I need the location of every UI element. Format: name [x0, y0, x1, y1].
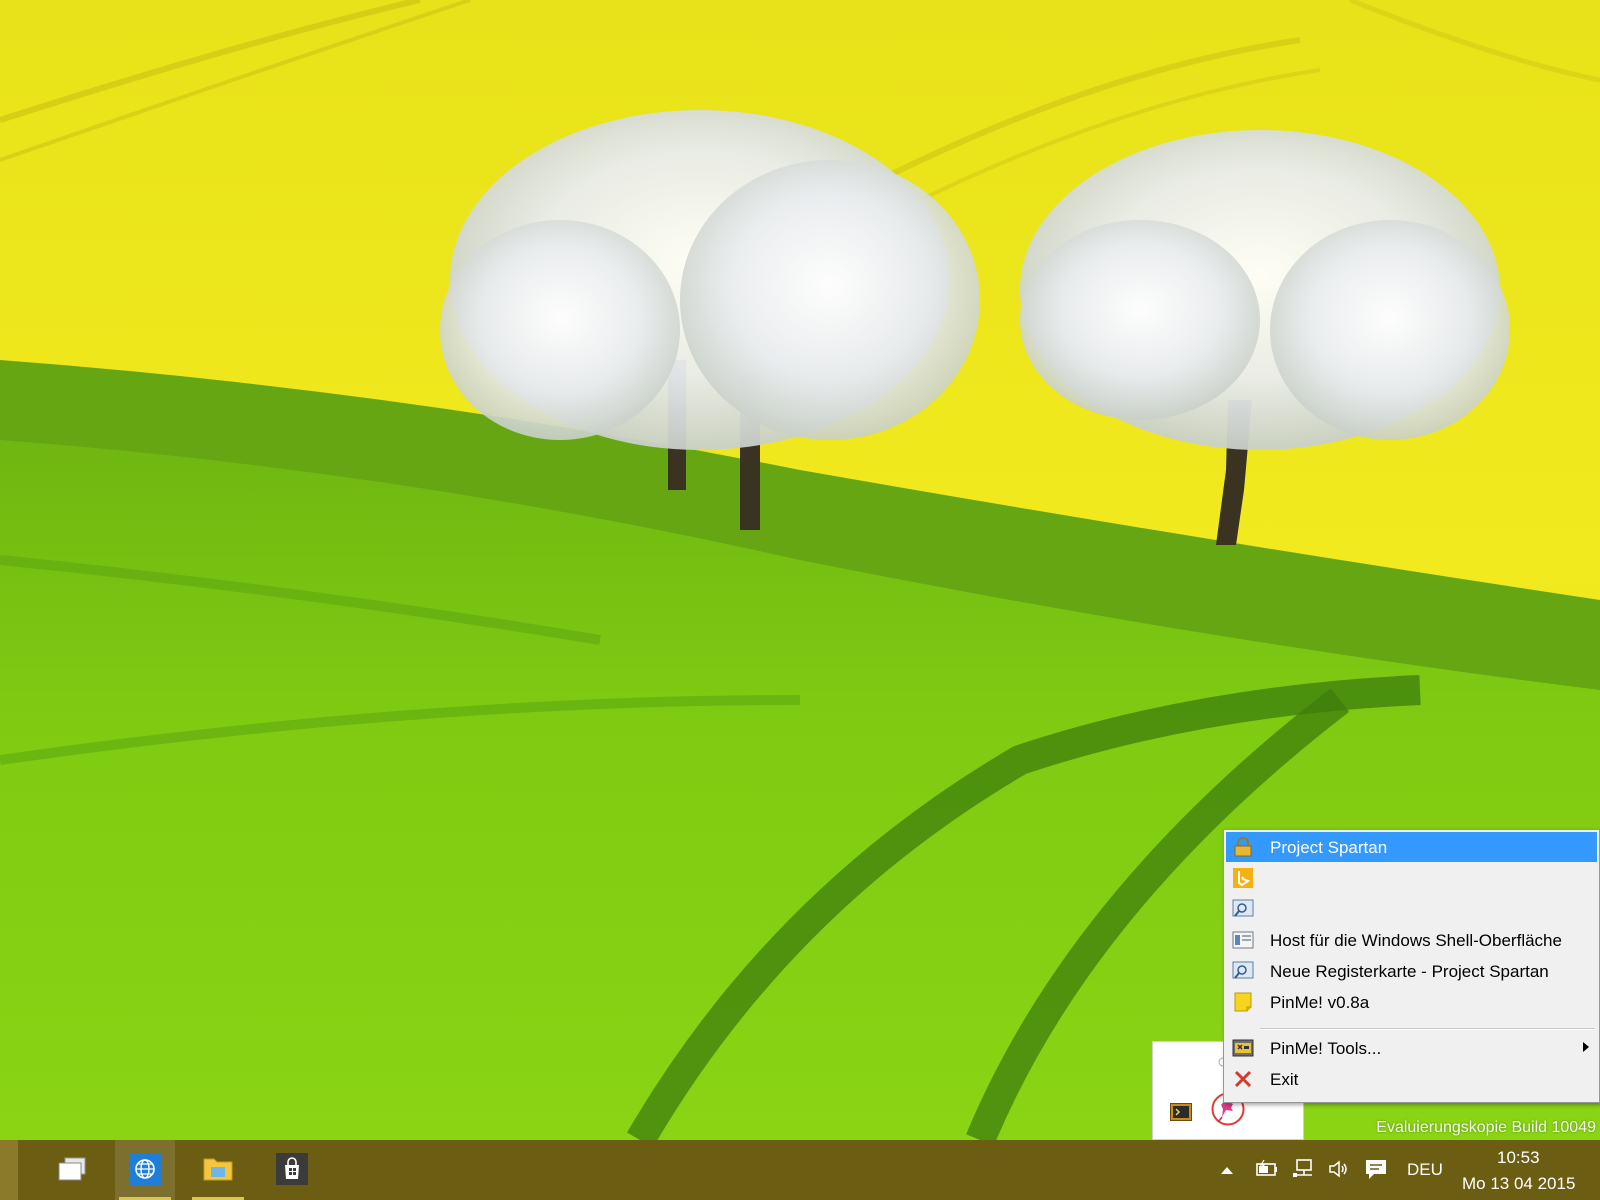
lock-icon — [1234, 837, 1252, 857]
task-view-button[interactable] — [42, 1140, 102, 1200]
menu-item-bing[interactable] — [1226, 863, 1597, 893]
store-button[interactable] — [262, 1140, 322, 1200]
submenu-arrow-icon — [1583, 1042, 1589, 1052]
clock-time[interactable]: 10:53 — [1497, 1148, 1540, 1168]
file-explorer-icon — [203, 1158, 233, 1181]
search-window-icon — [1232, 961, 1254, 979]
browser-button[interactable] — [115, 1140, 175, 1200]
menu-item-pinme-version[interactable]: PinMe! v0.8a — [1226, 987, 1597, 1017]
menu-item-project-spartan[interactable]: Project Spartan — [1226, 832, 1597, 862]
tools-icon — [1232, 1039, 1254, 1057]
menu-item-exit[interactable]: Exit — [1226, 1064, 1597, 1094]
browser-globe-icon — [129, 1153, 161, 1185]
file-explorer-button[interactable] — [188, 1140, 248, 1200]
pinme-context-menu: Project Spartan Host für die Windows She… — [1223, 829, 1600, 1103]
evaluation-watermark: Evaluierungskopie Build 10049 — [1376, 1119, 1596, 1136]
start-button-edge[interactable] — [0, 1140, 18, 1200]
menu-item-new-tab-spartan[interactable]: Neue Registerkarte - Project Spartan — [1226, 956, 1597, 986]
menu-item-shell-host[interactable]: Host für die Windows Shell-Oberfläche — [1226, 925, 1597, 955]
taskbar: DEU 10:53 Mo 13 04 2015 — [0, 1140, 1600, 1200]
menu-item-label: PinMe! v0.8a — [1270, 993, 1370, 1012]
menu-item-label: Exit — [1270, 1070, 1299, 1089]
menu-item-search-window[interactable] — [1226, 894, 1597, 924]
menu-item-label: Host für die Windows Shell-Oberfläche — [1270, 931, 1562, 950]
note-icon — [1234, 992, 1252, 1012]
volume-icon[interactable] — [1327, 1158, 1351, 1180]
shell-host-icon — [1232, 931, 1254, 949]
network-icon[interactable] — [1291, 1158, 1315, 1180]
menu-item-pinme-tools[interactable]: PinMe! Tools... — [1226, 1033, 1597, 1063]
store-icon — [276, 1153, 308, 1185]
menu-separator — [1260, 1028, 1595, 1030]
close-x-icon — [1234, 1070, 1252, 1088]
menu-item-label: Project Spartan — [1270, 838, 1388, 857]
show-hidden-icons-chevron[interactable] — [1221, 1167, 1233, 1174]
console-app-icon[interactable] — [1170, 1103, 1192, 1121]
menu-item-label: Neue Registerkarte - Project Spartan — [1270, 962, 1549, 981]
input-language[interactable]: DEU — [1407, 1160, 1443, 1180]
clock-date[interactable]: Mo 13 04 2015 — [1462, 1174, 1575, 1194]
task-view-icon — [58, 1157, 86, 1181]
search-window-icon — [1232, 899, 1254, 917]
bing-icon — [1233, 868, 1253, 888]
battery-icon[interactable] — [1255, 1158, 1279, 1180]
menu-item-label: PinMe! Tools... — [1270, 1039, 1382, 1058]
action-center-icon[interactable] — [1364, 1158, 1388, 1180]
